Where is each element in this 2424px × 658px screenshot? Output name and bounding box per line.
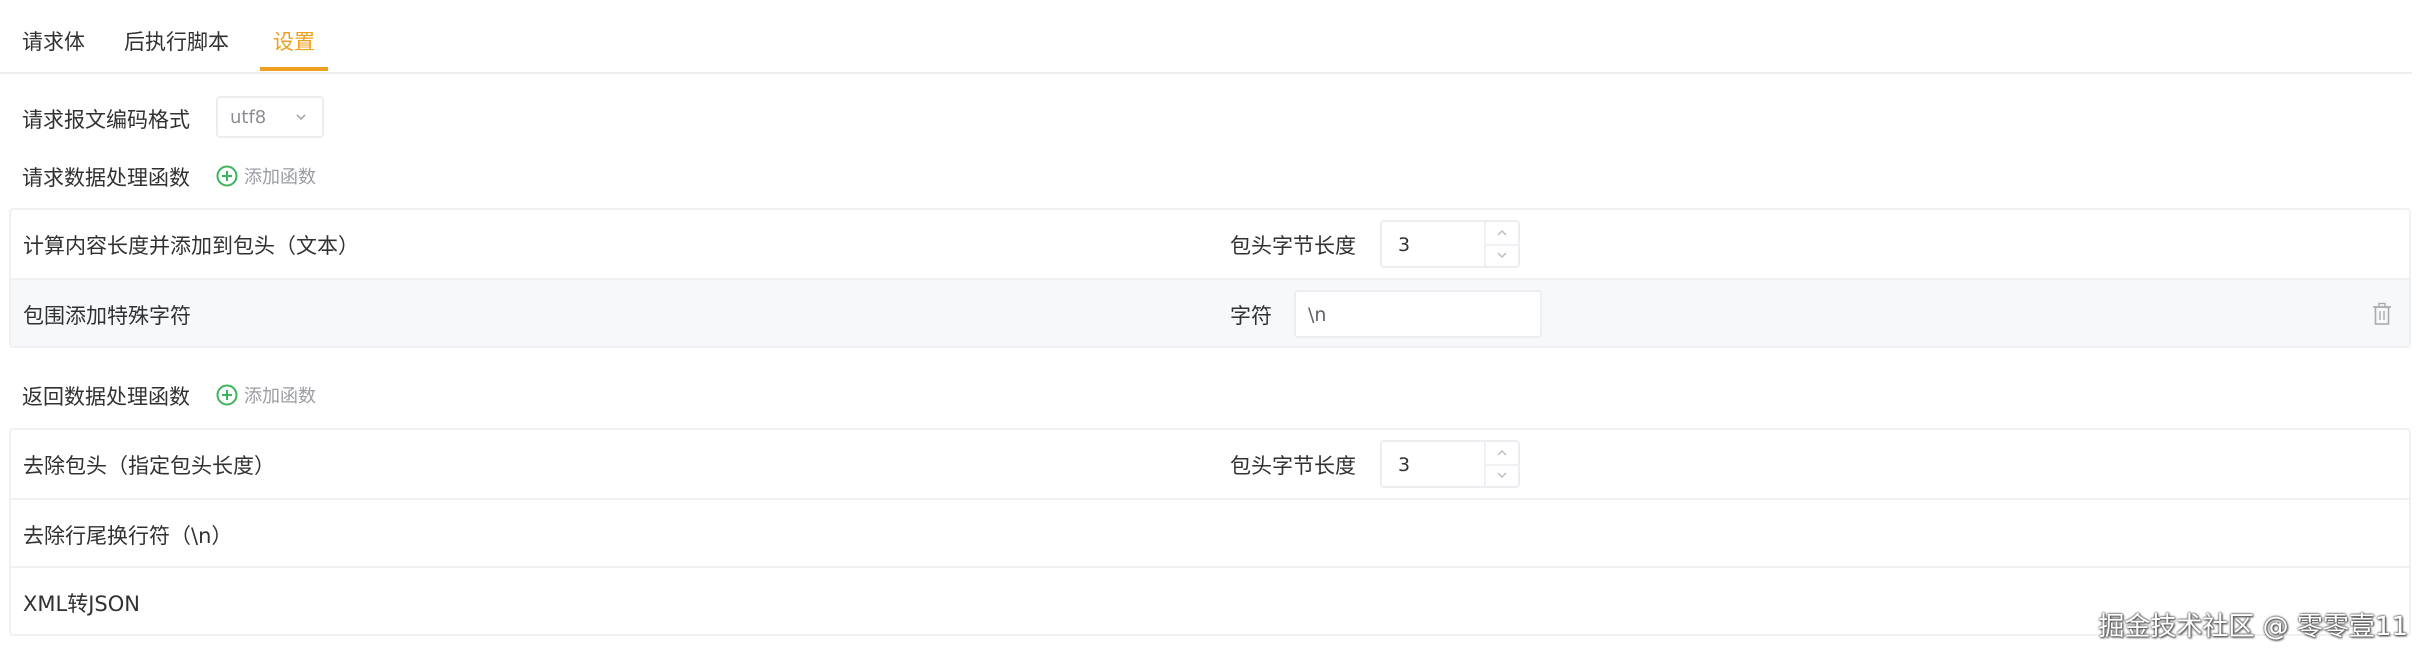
char-input[interactable]: \n <box>1294 290 1542 338</box>
stepper <box>1484 222 1518 266</box>
chevron-down-icon <box>1497 252 1507 258</box>
function-row: 计算内容长度并添加到包头（文本） 包头字节长度 3 <box>11 210 2409 278</box>
response-functions-label: 返回数据处理函数 <box>22 385 190 409</box>
trash-icon[interactable] <box>2371 302 2393 326</box>
char-value: \n <box>1308 304 1327 326</box>
tab-post-script[interactable]: 后执行脚本 <box>124 26 229 56</box>
param-label: 包头字节长度 <box>1230 454 1356 478</box>
function-name: 去除包头（指定包头长度） <box>23 454 275 478</box>
encoding-select[interactable]: utf8 <box>216 96 324 138</box>
stepper <box>1484 442 1518 486</box>
param-label: 字符 <box>1230 304 1272 328</box>
chevron-up-icon <box>1497 450 1507 456</box>
function-name: 包围添加特殊字符 <box>23 304 191 328</box>
request-functions-panel: 计算内容长度并添加到包头（文本） 包头字节长度 3 包围添加特殊字符 字符 \n <box>9 208 2411 348</box>
header-length-value: 3 <box>1398 454 1411 476</box>
stepper-down-button[interactable] <box>1486 244 1518 266</box>
response-functions-panel: 去除包头（指定包头长度） 包头字节长度 3 去除行尾换行符（\n） XML转JS… <box>9 428 2411 636</box>
chevron-down-icon <box>1497 472 1507 478</box>
stepper-down-button[interactable] <box>1486 464 1518 486</box>
param-label: 包头字节长度 <box>1230 234 1356 258</box>
function-name: 去除行尾换行符（\n） <box>23 524 233 548</box>
function-name: 计算内容长度并添加到包头（文本） <box>23 234 359 258</box>
plus-circle-icon <box>216 384 238 406</box>
response-add-function-label: 添加函数 <box>244 386 316 407</box>
header-length-value: 3 <box>1398 234 1411 256</box>
tab-request-body[interactable]: 请求体 <box>22 26 85 56</box>
encoding-label: 请求报文编码格式 <box>22 108 190 132</box>
active-tab-indicator <box>260 67 328 71</box>
stepper-up-button[interactable] <box>1486 222 1518 246</box>
function-row: 包围添加特殊字符 字符 \n <box>11 278 2409 346</box>
chevron-up-icon <box>1497 230 1507 236</box>
function-row: XML转JSON <box>11 566 2409 634</box>
chevron-down-icon <box>296 114 306 121</box>
response-add-function-button[interactable]: 添加函数 <box>216 380 316 410</box>
watermark: 掘金技术社区 @ 零零壹11 <box>2098 612 2408 642</box>
header-length-input[interactable]: 3 <box>1380 440 1520 488</box>
stepper-up-button[interactable] <box>1486 442 1518 466</box>
function-name: XML转JSON <box>23 592 140 616</box>
function-row: 去除包头（指定包头长度） 包头字节长度 3 <box>11 430 2409 498</box>
request-add-function-button[interactable]: 添加函数 <box>216 161 316 191</box>
tab-settings[interactable]: 设置 <box>273 26 315 56</box>
plus-circle-icon <box>216 165 238 187</box>
tab-bar: 请求体 后执行脚本 设置 <box>0 0 2412 74</box>
request-add-function-label: 添加函数 <box>244 167 316 188</box>
header-length-input[interactable]: 3 <box>1380 220 1520 268</box>
function-row: 去除行尾换行符（\n） <box>11 498 2409 566</box>
encoding-value: utf8 <box>230 107 267 128</box>
request-functions-label: 请求数据处理函数 <box>22 166 190 190</box>
